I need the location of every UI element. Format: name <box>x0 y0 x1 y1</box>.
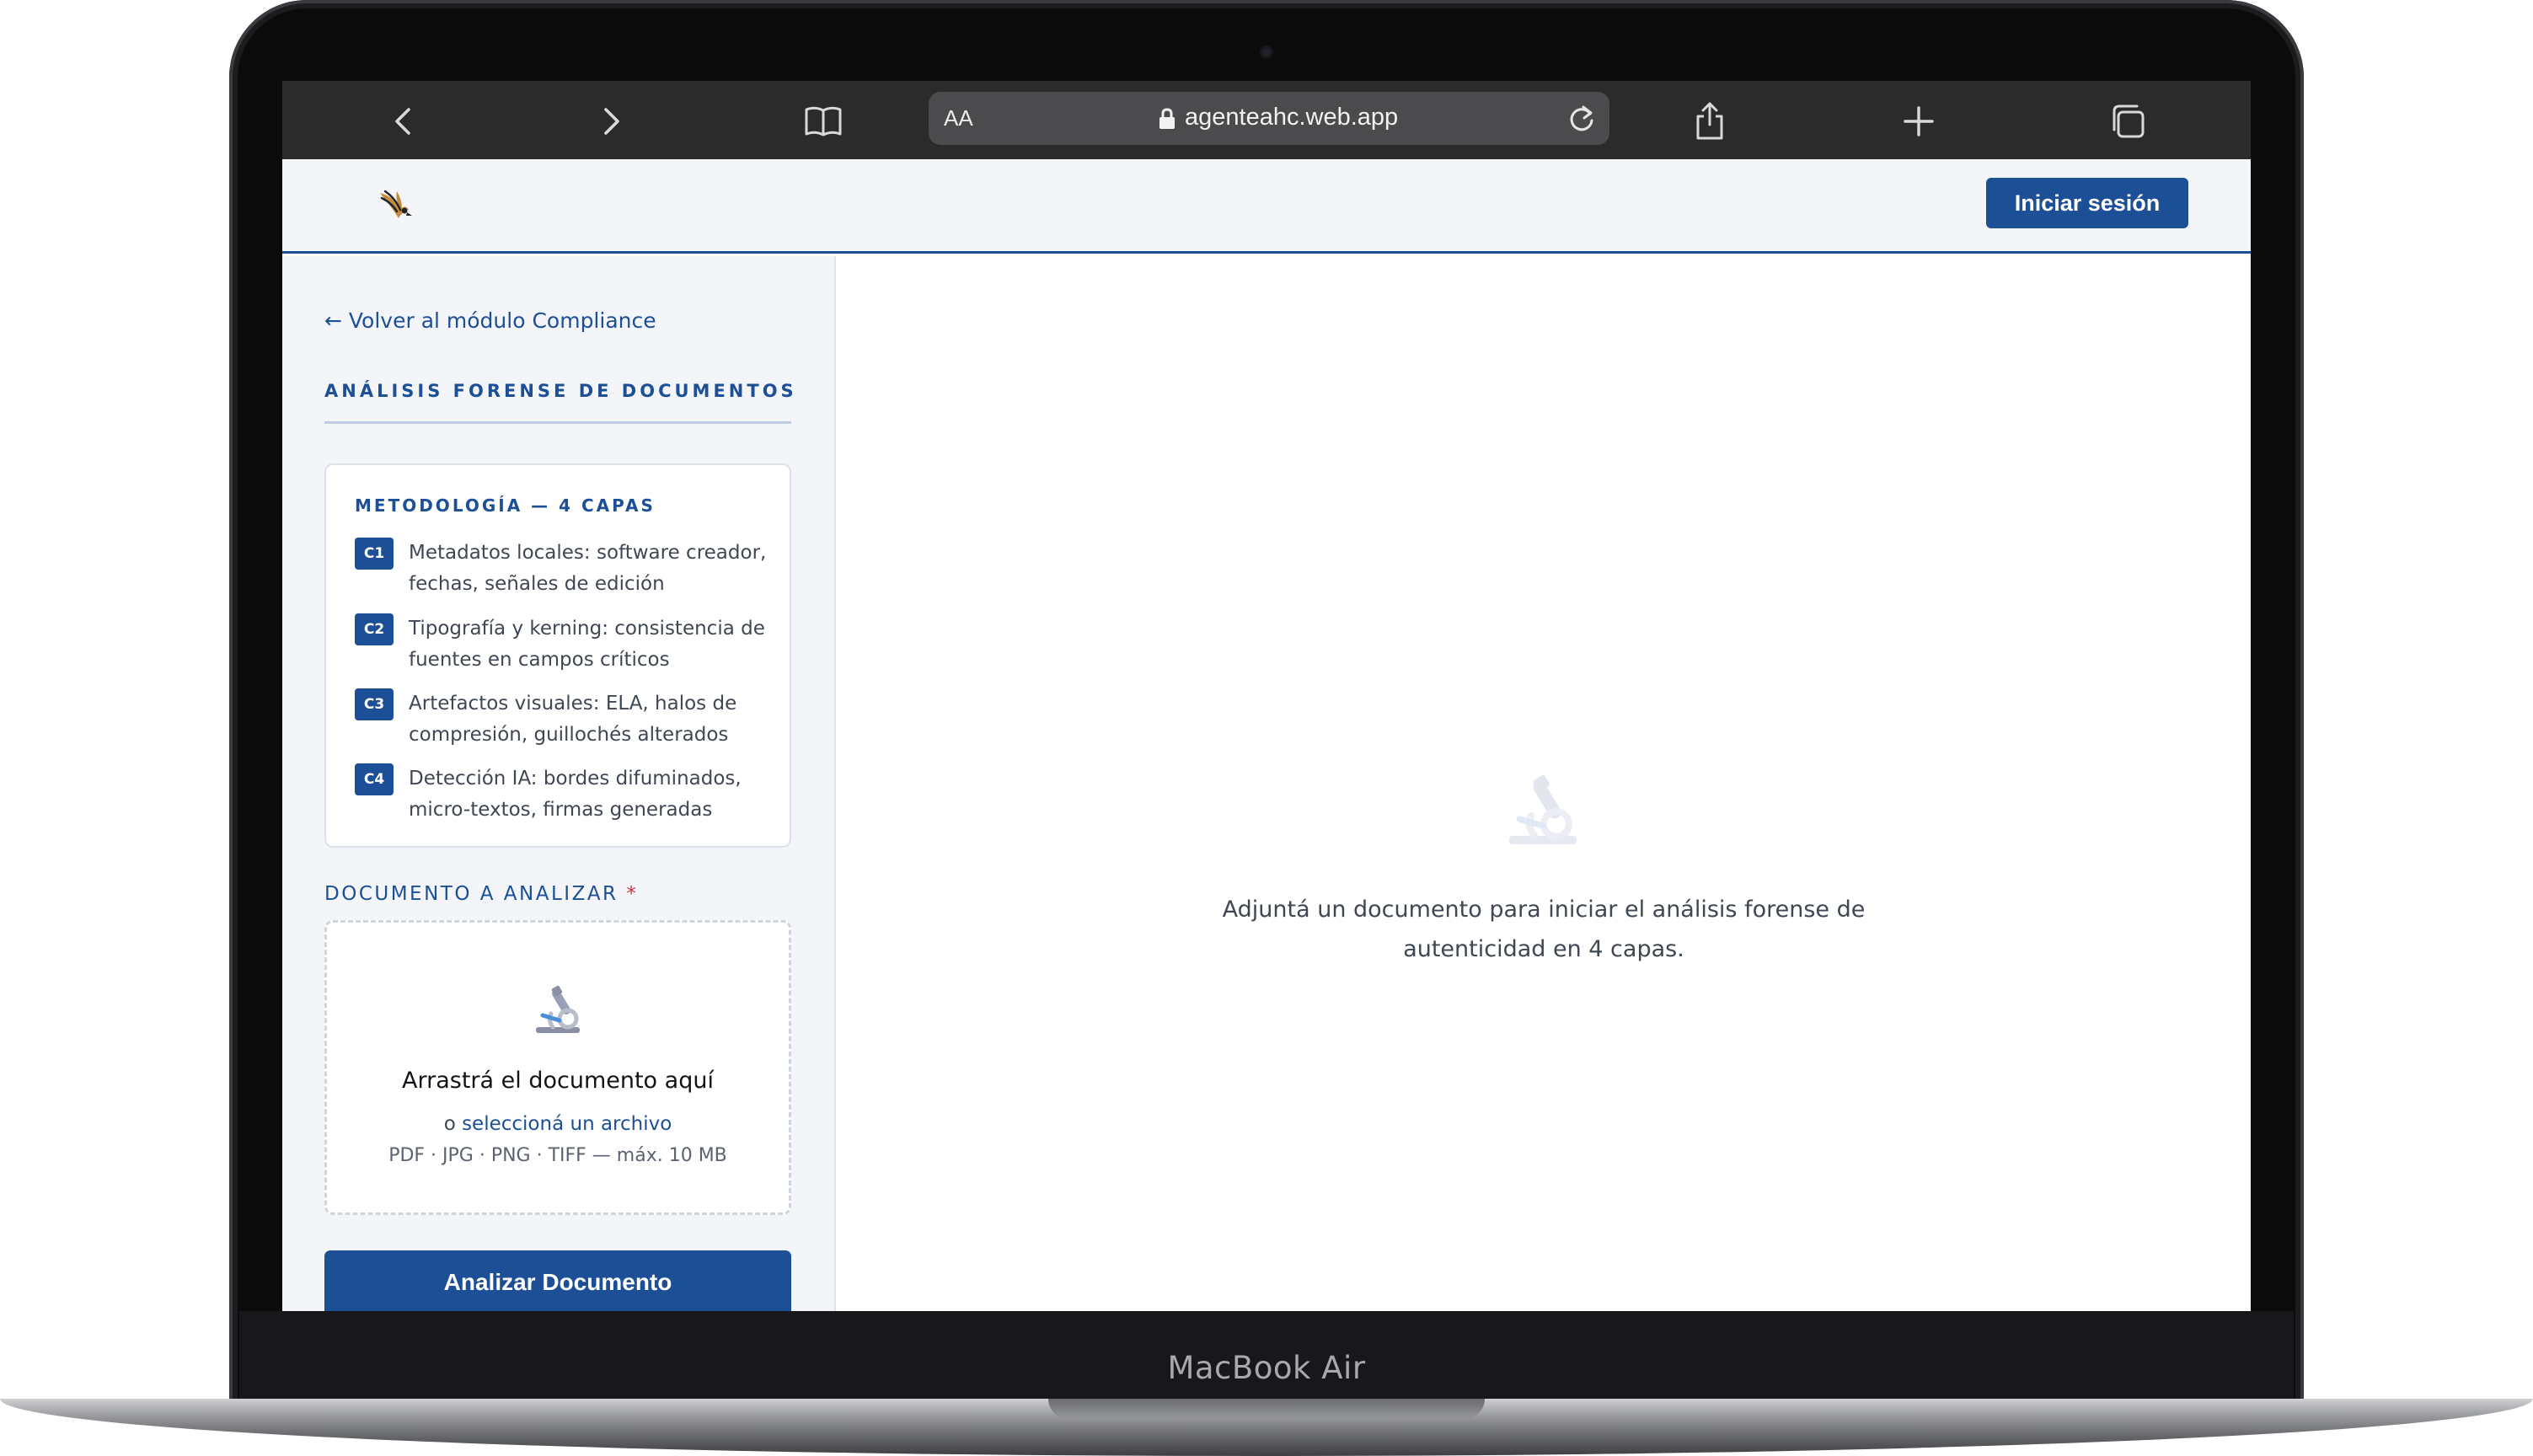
file-dropzone[interactable]: Arrastrá el documento aquí o seleccioná … <box>324 920 791 1215</box>
select-file-link[interactable]: seleccioná un archivo <box>462 1113 672 1135</box>
new-tab-icon[interactable] <box>1897 99 1941 143</box>
methodology-layer: C1 Metadatos locales: software creador, … <box>355 538 776 605</box>
camera-icon <box>1260 46 1273 59</box>
empty-state-message: Adjuntá un documento para iniciar el aná… <box>1222 897 1866 962</box>
hawk-logo-icon[interactable] <box>373 185 415 227</box>
url-text: agenteahc.web.app <box>1185 104 1399 131</box>
address-bar[interactable]: AA agenteahc.web.app <box>929 92 1609 145</box>
back-icon[interactable] <box>382 99 426 143</box>
dropzone-select-line: o seleccioná un archivo <box>327 1113 789 1135</box>
layer-badge: C3 <box>355 688 394 720</box>
methodology-title: METODOLOGÍA — 4 CAPAS <box>355 495 656 516</box>
share-icon[interactable] <box>1688 99 1732 143</box>
accepted-formats: PDF · JPG · PNG · TIFF — máx. 10 MB <box>388 1145 727 1166</box>
analyze-document-button[interactable]: Analizar Documento <box>324 1250 791 1311</box>
text-size-button[interactable]: AA <box>944 105 973 131</box>
layer-description: Detección IA: bordes difuminados, micro-… <box>409 768 742 821</box>
results-panel: Adjuntá un documento para iniciar el aná… <box>838 256 2251 1311</box>
document-label-text: DOCUMENTO A ANALIZAR <box>324 883 619 905</box>
methodology-layer: C2 Tipografía y kerning: consistencia de… <box>355 613 776 681</box>
layer-badge: C4 <box>355 763 394 795</box>
forward-icon[interactable] <box>589 99 633 143</box>
back-to-compliance-link[interactable]: ← Volver al módulo Compliance <box>324 308 656 333</box>
dropzone-select-prefix: o <box>443 1113 456 1135</box>
browser-toolbar: AA agenteahc.web.app <box>282 81 2251 159</box>
required-mark: * <box>626 883 639 905</box>
login-button[interactable]: Iniciar sesión <box>1986 178 2188 228</box>
app-header: Iniciar sesión <box>282 159 2251 254</box>
section-divider <box>324 421 791 424</box>
methodology-card: METODOLOGÍA — 4 CAPAS C1 Metadatos local… <box>324 463 791 848</box>
laptop-notch <box>1048 1399 1485 1419</box>
tabs-overview-icon[interactable] <box>2106 99 2150 143</box>
microscope-icon <box>1509 775 1577 844</box>
lock-icon <box>1159 108 1175 129</box>
section-title: ANÁLISIS FORENSE DE DOCUMENTOS <box>324 381 797 401</box>
dropzone-title: Arrastrá el documento aquí <box>402 1068 714 1094</box>
bookmarks-icon[interactable] <box>801 99 845 143</box>
microscope-icon <box>536 985 580 1033</box>
sidebar: ← Volver al módulo Compliance ANÁLISIS F… <box>282 256 836 1311</box>
layer-badge: C2 <box>355 613 394 645</box>
analyze-button-label: Analizar Documento <box>443 1269 672 1295</box>
methodology-layer: C4 Detección IA: bordes difuminados, mic… <box>355 763 776 831</box>
screen: AA agenteahc.web.app Iniciar sesión ← Vo… <box>282 81 2251 1311</box>
methodology-layer: C3 Artefactos visuales: ELA, halos de co… <box>355 688 776 756</box>
document-field-label: DOCUMENTO A ANALIZAR * <box>324 883 638 905</box>
layer-description: Metadatos locales: software creador, fec… <box>409 542 767 595</box>
device-label: MacBook Air <box>1167 1350 1366 1386</box>
layer-description: Artefactos visuales: ELA, halos de compr… <box>409 693 737 746</box>
reload-icon[interactable] <box>1565 102 1599 136</box>
layer-description: Tipografía y kerning: consistencia de fu… <box>409 618 765 671</box>
layer-badge: C1 <box>355 538 394 570</box>
